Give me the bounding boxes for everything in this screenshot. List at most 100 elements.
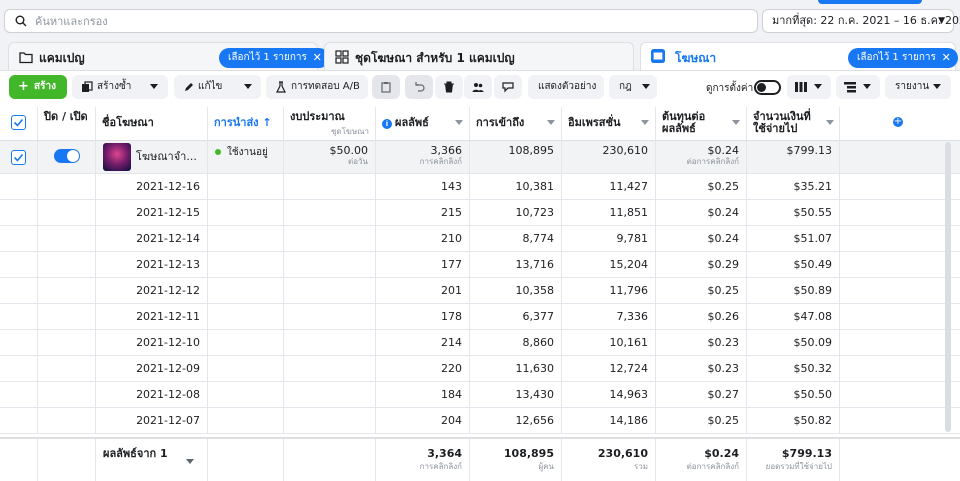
search-box[interactable] xyxy=(4,9,758,33)
pencil-icon xyxy=(185,83,193,91)
select-all-checkbox[interactable] xyxy=(11,115,26,130)
footer-impressions-value: 230,610 xyxy=(597,447,648,460)
cost-cell: $0.29 xyxy=(656,252,747,277)
impressions-cell: 14,186 xyxy=(562,408,656,433)
reach-cell: 10,723 xyxy=(470,200,562,225)
budget-sub: ต่อวัน xyxy=(348,157,368,166)
results-sub: การคลิกลิงก์ xyxy=(419,157,462,166)
rules-label: กฎ xyxy=(619,81,632,92)
table-row: 2021-12-14 210 8,774 9,781 $0.24 $51.07 xyxy=(0,226,960,252)
chevron-down-icon[interactable] xyxy=(244,84,252,89)
spent-cell: $799.13 xyxy=(747,141,840,173)
tab-adsets-label: ชุดโฆษณา สำหรับ 1 แคมเปญ xyxy=(355,51,515,65)
impressions-cell: 9,781 xyxy=(562,226,656,251)
footer-impressions: 230,610 รวม xyxy=(562,439,656,481)
ad-on-off-switch[interactable] xyxy=(54,149,80,163)
date-range-label: มากที่สุด: 22 ก.ค. 2021 – 16 ธ.ค. 2021 xyxy=(772,14,960,27)
header-impressions[interactable]: อิมเพรสชั่น xyxy=(562,107,656,141)
row-toggle-spacer xyxy=(38,200,96,225)
active-status-dot xyxy=(215,149,221,155)
ad-icon xyxy=(651,49,665,63)
close-icon[interactable]: ✕ xyxy=(942,48,951,68)
footer-label-cell[interactable]: ผลลัพธ์จาก 1 xyxy=(96,439,208,481)
header-results[interactable]: i ผลลัพธ์ xyxy=(376,107,470,141)
tab-campaigns-label: แคมเปญ xyxy=(39,51,85,65)
audience-button[interactable] xyxy=(464,75,492,99)
tab-ads[interactable]: โฆษณา เลือกไว้ 1 รายการ ✕ xyxy=(640,42,958,72)
chevron-down-icon[interactable] xyxy=(186,459,194,464)
search-input[interactable] xyxy=(35,12,735,30)
delivery-spacer xyxy=(208,174,284,199)
date-cell: 2021-12-08 xyxy=(96,382,208,407)
ab-test-button[interactable]: การทดสอบ A/B xyxy=(266,75,368,99)
columns-button[interactable] xyxy=(787,75,831,99)
people-icon xyxy=(472,83,484,92)
tab-campaigns[interactable]: แคมเปญ เลือกไว้ 1 รายการ ✕ xyxy=(8,42,329,72)
row-select-spacer xyxy=(0,408,38,433)
row-toggle-spacer xyxy=(38,174,96,199)
ad-row[interactable]: โฆษณาจำ... ใช้งานอยู่ $50.00 ต่อวัน 3,36… xyxy=(0,141,960,174)
header-amount-spent[interactable]: จำนวนเงินที่ ใช้จ่ายไป xyxy=(747,107,840,141)
budget-spacer xyxy=(284,304,376,329)
cost-cell: $0.23 xyxy=(656,330,747,355)
duplicate-button[interactable]: สร้างซ้ำ xyxy=(72,75,168,99)
create-button[interactable]: + สร้าง xyxy=(9,75,67,99)
totals-footer: ผลลัพธ์จาก 1 3,364 การคลิกลิงก์ 108,895 … xyxy=(0,437,960,481)
results-cell: 214 xyxy=(376,330,470,355)
spent-cell: $35.21 xyxy=(747,174,840,199)
row-toggle-spacer xyxy=(38,304,96,329)
ad-selected-chip[interactable]: เลือกไว้ 1 รายการ ✕ xyxy=(848,48,958,68)
tab-adsets[interactable]: ชุดโฆษณา สำหรับ 1 แคมเปญ xyxy=(324,42,634,72)
copy-icon xyxy=(82,81,93,92)
search-icon xyxy=(15,15,27,27)
footer-spent-value: $799.13 xyxy=(781,447,832,460)
rules-button[interactable]: กฎ xyxy=(609,75,657,99)
header-delivery[interactable]: การนำส่ง ↑ xyxy=(208,107,284,141)
impressions-cell: 11,427 xyxy=(562,174,656,199)
ad-name[interactable]: โฆษณาจำ... xyxy=(136,150,197,163)
tab-ads-label: โฆษณา xyxy=(675,51,717,65)
chevron-down-icon[interactable] xyxy=(150,84,158,89)
archive-button[interactable] xyxy=(372,75,400,99)
row-checkbox[interactable] xyxy=(11,150,26,165)
row-select-spacer xyxy=(0,382,38,407)
date-range-picker[interactable]: มากที่สุด: 22 ก.ค. 2021 – 16 ธ.ค. 2021 ▼ xyxy=(762,9,960,33)
date-cell: 2021-12-15 xyxy=(96,200,208,225)
row-toggle-spacer xyxy=(38,278,96,303)
header-ad-name[interactable]: ชื่อโฆษณา xyxy=(96,107,208,141)
reports-button[interactable]: รายงาน xyxy=(885,75,951,99)
date-cell: 2021-12-16 xyxy=(96,174,208,199)
cost-cell: $0.25 xyxy=(656,174,747,199)
view-setup-toggle[interactable] xyxy=(754,80,781,95)
ad-name-cell[interactable]: โฆษณาจำ... xyxy=(96,141,208,173)
publish-button-edge[interactable] xyxy=(818,0,922,4)
impressions-cell: 7,336 xyxy=(562,304,656,329)
delivery-spacer xyxy=(208,382,284,407)
header-budget[interactable]: งบประมาณ ชุดโฆษณา xyxy=(284,107,376,141)
close-icon[interactable]: ✕ xyxy=(313,48,322,68)
tag-button[interactable] xyxy=(494,75,522,99)
row-select[interactable] xyxy=(0,141,38,173)
results-cell: 3,366 การคลิกลิงก์ xyxy=(376,141,470,173)
add-column-icon[interactable]: + xyxy=(893,117,903,127)
campaign-selected-chip[interactable]: เลือกไว้ 1 รายการ ✕ xyxy=(219,48,329,68)
header-reach[interactable]: การเข้าถึง xyxy=(470,107,562,141)
cost-cell: $0.26 xyxy=(656,304,747,329)
tag-icon xyxy=(502,82,514,93)
breakdown-button[interactable] xyxy=(836,75,880,99)
undo-button[interactable] xyxy=(405,75,433,99)
budget-value: $50.00 xyxy=(329,144,369,157)
footer-spacer xyxy=(208,439,284,481)
vertical-scrollbar[interactable] xyxy=(945,142,951,432)
impressions-cell: 11,851 xyxy=(562,200,656,225)
reach-cell: 12,656 xyxy=(470,408,562,433)
edit-button[interactable]: แก้ไข xyxy=(174,75,261,99)
preview-button[interactable]: แสดงตัวอย่าง xyxy=(528,75,604,99)
cost-cell: $0.25 xyxy=(656,408,747,433)
delete-button[interactable] xyxy=(435,75,463,99)
table-row: 2021-12-09 220 11,630 12,724 $0.23 $50.32 xyxy=(0,356,960,382)
impressions-cell: 10,161 xyxy=(562,330,656,355)
header-cost-per-result[interactable]: ต้นทุนต่อ ผลลัพธ์ xyxy=(656,107,747,141)
header-select-all[interactable] xyxy=(0,107,38,141)
spent-cell: $51.07 xyxy=(747,226,840,251)
